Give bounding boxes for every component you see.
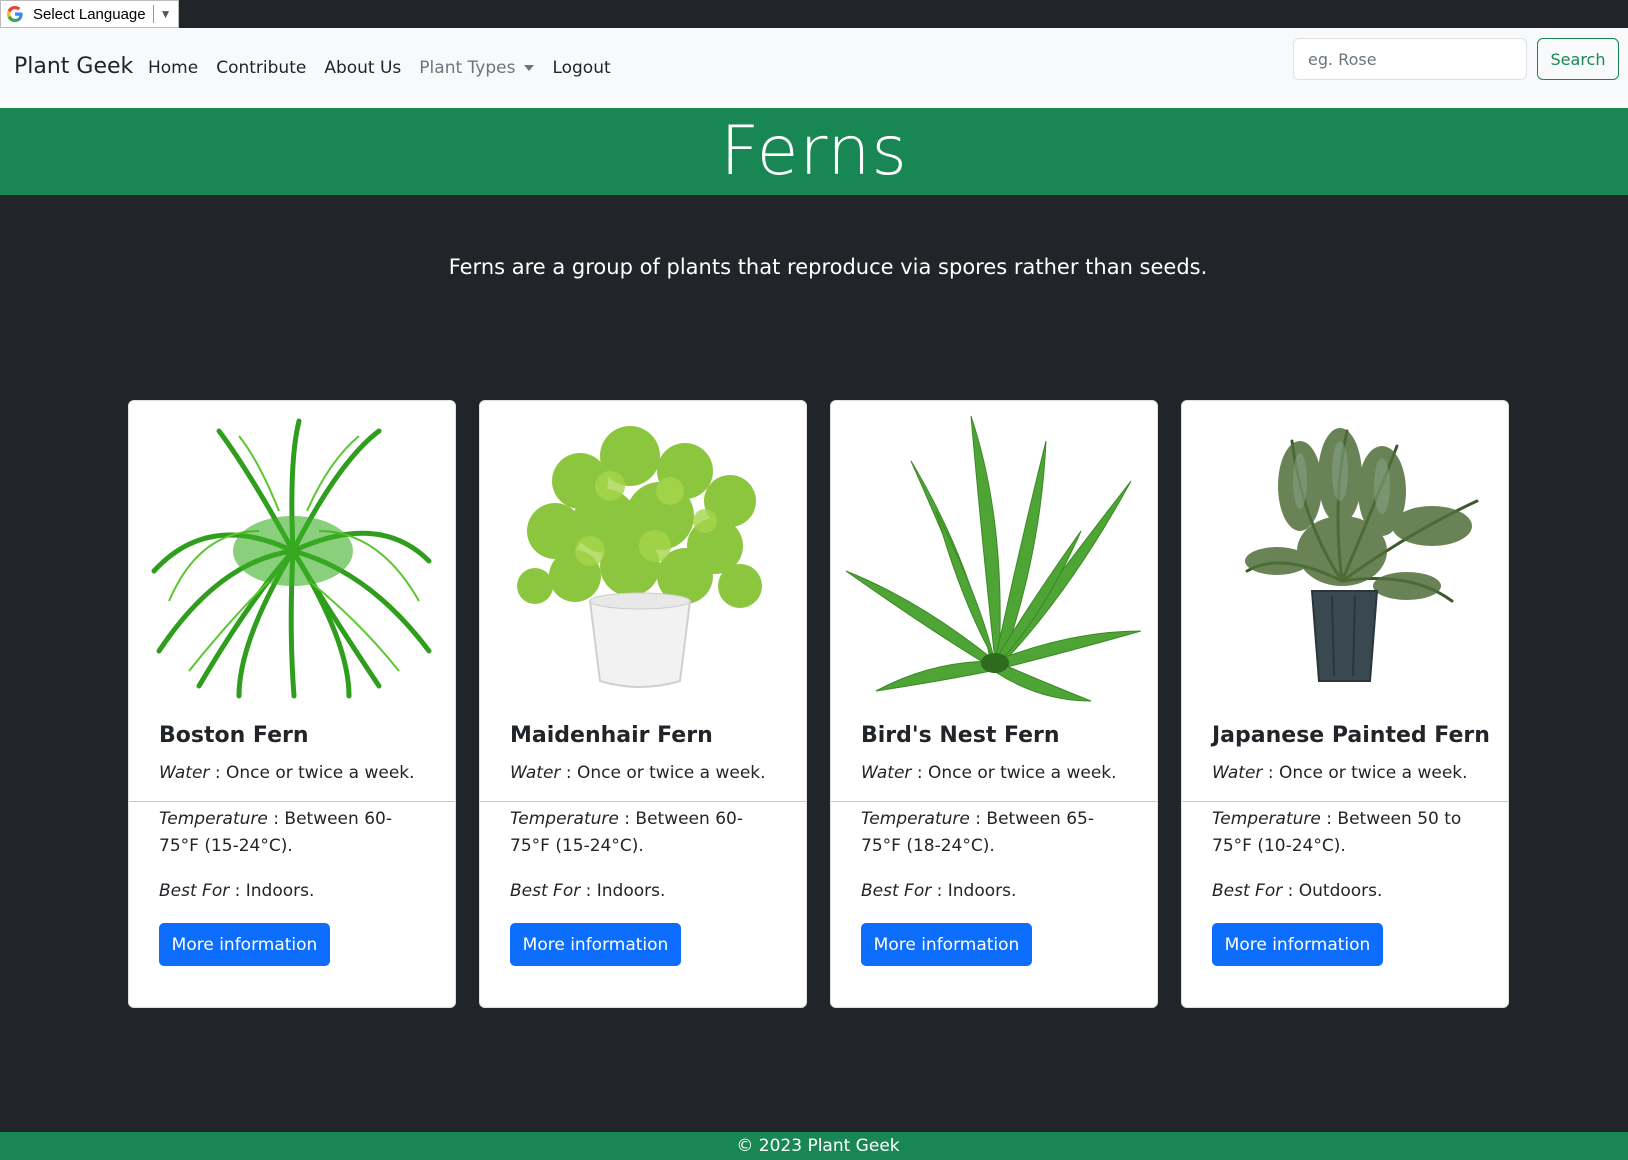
best-for-label: Best For [1212,881,1283,901]
card-title: Boston Fern [159,723,309,748]
water-label: Water [861,763,912,783]
plant-card: Boston Fern Water : Once or twice a week… [128,400,456,1008]
search-input[interactable] [1293,38,1527,80]
temperature-label: Temperature [510,809,619,829]
language-select[interactable]: Select Language ▼ [0,0,179,28]
plant-card: Bird's Nest Fern Water : Once or twice a… [830,400,1158,1008]
temperature-label: Temperature [861,809,970,829]
water-value: Once or twice a week. [576,763,766,783]
page-title: Ferns [720,112,908,191]
card-water: Water : Once or twice a week. [159,763,415,783]
temperature-label: Temperature [1212,809,1321,829]
best-for-value: Indoors. [947,881,1017,901]
card-temperature: Temperature : Between 65-75°F (18-24°C). [861,809,1094,856]
water-value: Once or twice a week. [927,763,1117,783]
card-details: Temperature : Between 60-75°F (15-24°C).… [510,806,780,905]
temperature-label: Temperature [159,809,268,829]
more-information-button[interactable]: More information [510,923,681,966]
best-for-value: Indoors. [245,881,315,901]
chevron-down-icon: ▼ [159,7,172,21]
card-best-for: Best For : Indoors. [861,881,1017,901]
more-information-button[interactable]: More information [1212,923,1383,966]
card-best-for: Best For : Indoors. [510,881,666,901]
water-value: Once or twice a week. [1278,763,1468,783]
nav-dropdown-label: Plant Types [419,58,516,78]
card-temperature: Temperature : Between 50 to 75°F (10-24°… [1212,809,1462,856]
nav-dropdown-plant-types[interactable]: Plant Types [419,58,535,78]
card-divider [129,801,455,802]
card-divider [1182,801,1508,802]
language-select-divider [152,5,154,23]
card-title: Maidenhair Fern [510,723,713,748]
best-for-value: Indoors. [596,881,666,901]
card-title: Bird's Nest Fern [861,723,1060,748]
water-label: Water [1212,763,1263,783]
best-for-label: Best For [159,881,230,901]
nav-link-home[interactable]: Home [148,58,198,78]
footer: © 2023 Plant Geek [0,1132,1628,1160]
language-select-label: Select Language [33,5,146,23]
card-divider [831,801,1157,802]
boston-fern-image [151,418,432,699]
water-label: Water [510,763,561,783]
card-divider [480,801,806,802]
card-body: Boston Fern Water : Once or twice a week… [159,723,439,787]
google-icon [7,6,23,22]
best-for-label: Best For [510,881,581,901]
card-water: Water : Once or twice a week. [1212,763,1468,783]
water-label: Water [159,763,210,783]
best-for-value: Outdoors. [1298,881,1383,901]
brand-link[interactable]: Plant Geek [14,54,133,79]
card-water: Water : Once or twice a week. [861,763,1117,783]
intro-text: Ferns are a group of plants that reprodu… [448,255,1208,279]
navbar: Plant Geek Home Contribute About Us Plan… [0,28,1628,108]
plant-card: Japanese Painted Fern Water : Once or tw… [1181,400,1509,1008]
card-temperature: Temperature : Between 60-75°F (15-24°C). [159,809,392,856]
footer-copyright: © 2023 Plant Geek [736,1136,900,1156]
water-value: Once or twice a week. [225,763,415,783]
card-best-for: Best For : Outdoors. [1212,881,1383,901]
card-details: Temperature : Between 50 to 75°F (10-24°… [1212,806,1482,905]
japanese-painted-fern-image [1245,428,1479,682]
search-button[interactable]: Search [1537,38,1619,80]
card-best-for: Best For : Indoors. [159,881,315,901]
hero-banner: Ferns [0,108,1628,195]
more-information-button[interactable]: More information [861,923,1032,966]
card-details: Temperature : Between 65-75°F (18-24°C).… [861,806,1131,905]
nav-link-contribute[interactable]: Contribute [216,58,306,78]
nav-links: Home Contribute About Us Plant Types Log… [148,58,629,78]
card-body: Maidenhair Fern Water : Once or twice a … [510,723,790,787]
maidenhair-fern-image [517,426,762,688]
card-temperature: Temperature : Between 60-75°F (15-24°C). [510,809,743,856]
nav-link-about-us[interactable]: About Us [324,58,401,78]
card-body: Japanese Painted Fern Water : Once or tw… [1212,723,1492,787]
more-information-button[interactable]: More information [159,923,330,966]
card-title: Japanese Painted Fern [1212,723,1490,748]
caret-down-icon [524,65,535,71]
best-for-label: Best For [861,881,932,901]
card-water: Water : Once or twice a week. [510,763,766,783]
card-body: Bird's Nest Fern Water : Once or twice a… [861,723,1141,787]
birds-nest-fern-image [845,415,1142,702]
nav-link-logout[interactable]: Logout [552,58,610,78]
translate-bar: Select Language ▼ [0,0,1628,28]
card-details: Temperature : Between 60-75°F (15-24°C).… [159,806,429,905]
plant-card: Maidenhair Fern Water : Once or twice a … [479,400,807,1008]
